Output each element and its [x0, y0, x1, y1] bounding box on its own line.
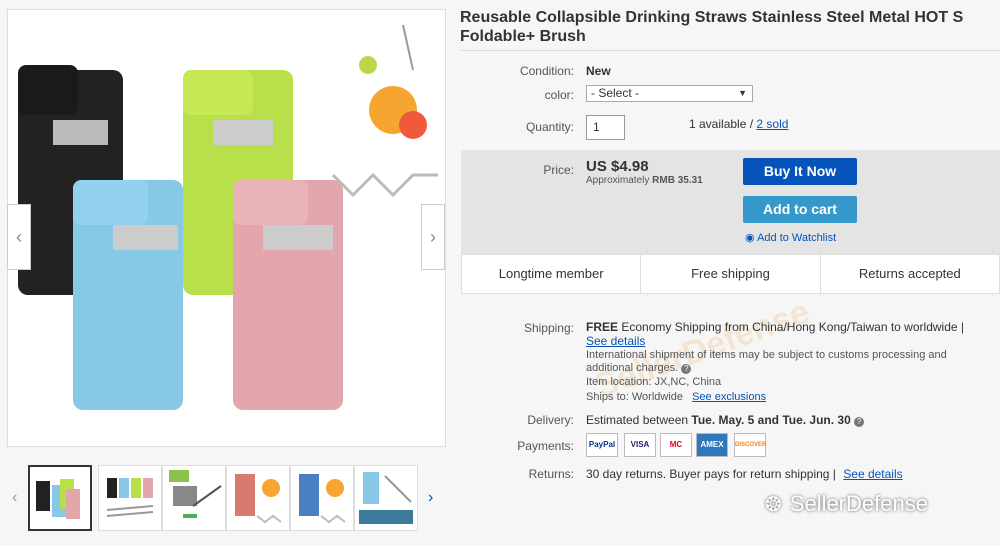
main-product-image[interactable]: ‹ › — [7, 9, 446, 447]
condition-value: New — [586, 64, 611, 78]
feature-free-shipping: Free shipping — [641, 255, 821, 293]
ships-to-value: Worldwide — [631, 391, 684, 403]
add-to-watchlist-link[interactable]: ◉ Add to Watchlist — [745, 231, 836, 244]
buy-it-now-button[interactable]: Buy It Now — [743, 158, 857, 185]
feature-longtime-member: Longtime member — [462, 255, 642, 293]
shipping-details-link[interactable]: See details — [586, 334, 645, 348]
thumbnail-1[interactable] — [28, 465, 92, 531]
location-value: JX,NC, China — [654, 376, 722, 388]
next-image-button[interactable]: › — [421, 204, 445, 270]
chevron-left-icon: ‹ — [16, 226, 22, 247]
thumb-next-icon[interactable]: › — [428, 489, 433, 507]
thumbnail-6[interactable] — [354, 465, 418, 531]
discover-icon: DISCOVER — [734, 433, 766, 457]
sold-link[interactable]: 2 sold — [756, 117, 788, 131]
help-icon[interactable]: ? — [681, 364, 692, 374]
ships-to: Ships to: Worldwide See exclusions — [586, 391, 766, 403]
delivery-prefix: Estimated between — [586, 413, 689, 427]
item-location: Item location: JX,NC, China — [586, 376, 721, 388]
thumbnail-3[interactable] — [162, 465, 226, 531]
eye-icon: ◉ — [745, 232, 755, 244]
add-to-cart-button[interactable]: Add to cart — [743, 196, 857, 223]
chevron-right-icon: › — [430, 226, 436, 247]
delivery-help-icon[interactable]: ? — [854, 417, 865, 427]
color-label: color: — [544, 88, 574, 102]
brand-name: SellerDefense — [789, 491, 928, 516]
amex-icon: AMEX — [696, 433, 728, 457]
shipping-line: FREE Economy Shipping from China/Hong Ko… — [586, 320, 964, 334]
shipping-desc: Economy Shipping from China/Hong Kong/Ta… — [621, 320, 964, 334]
wechat-icon: ❂ — [765, 493, 782, 516]
thumbnail-2[interactable] — [98, 465, 162, 531]
brand-watermark: ❂ SellerDefense — [765, 491, 928, 517]
price-value: US $4.98 — [586, 158, 649, 175]
condition-label: Condition: — [519, 64, 574, 78]
approx-label: Approximately — [586, 175, 650, 186]
price-label: Price: — [543, 163, 574, 177]
thumbnail-strip: ‹ › — [10, 465, 440, 533]
returns-label: Returns: — [528, 467, 574, 481]
color-select-value: - Select - — [591, 86, 640, 100]
returns-text: 30 day returns. Buyer pays for return sh… — [586, 467, 836, 481]
listing-title: Reusable Collapsible Drinking Straws Sta… — [460, 9, 964, 45]
quantity-label: Quantity: — [525, 120, 574, 134]
title-divider — [460, 50, 1000, 51]
shipping-label: Shipping: — [523, 321, 574, 335]
feature-bar: Longtime member Free shipping Returns ac… — [461, 254, 1000, 294]
watchlist-label: Add to Watchlist — [757, 232, 837, 244]
paypal-icon: PayPal — [586, 433, 618, 457]
visa-icon: VISA — [624, 433, 656, 457]
returns-policy: 30 day returns. Buyer pays for return sh… — [586, 467, 903, 481]
mastercard-icon: MC — [660, 433, 692, 457]
approx-value: RMB 35.31 — [652, 175, 703, 186]
quantity-input[interactable]: 1 — [586, 115, 625, 140]
thumbnail-5[interactable] — [290, 465, 354, 531]
color-select[interactable]: - Select - ▼ — [586, 85, 753, 102]
available-text: 1 available / — [689, 117, 754, 131]
thumbnail-4[interactable] — [226, 465, 290, 531]
thumb-prev-icon[interactable]: ‹ — [12, 489, 17, 507]
exclusions-link[interactable]: See exclusions — [692, 391, 766, 403]
delivery-dates: Tue. May. 5 and Tue. Jun. 30 — [691, 413, 851, 427]
payments-label: Payments: — [517, 439, 574, 453]
location-label: Item location: — [586, 376, 652, 388]
intl-note-text: International shipment of items may be s… — [586, 349, 947, 374]
ships-to-label: Ships to: — [586, 391, 629, 403]
returns-details-link[interactable]: See details — [843, 467, 902, 481]
intl-shipment-note: International shipment of items may be s… — [586, 349, 991, 375]
delivery-estimate: Estimated between Tue. May. 5 and Tue. J… — [586, 413, 865, 427]
availability: 1 available / 2 sold — [689, 117, 788, 131]
shipping-free: FREE — [586, 320, 619, 334]
approx-price: Approximately RMB 35.31 — [586, 175, 703, 186]
prev-image-button[interactable]: ‹ — [7, 204, 31, 270]
feature-returns-accepted: Returns accepted — [858, 266, 961, 281]
caret-down-icon: ▼ — [738, 88, 747, 98]
delivery-label: Delivery: — [527, 413, 574, 427]
product-photo — [18, 24, 438, 410]
